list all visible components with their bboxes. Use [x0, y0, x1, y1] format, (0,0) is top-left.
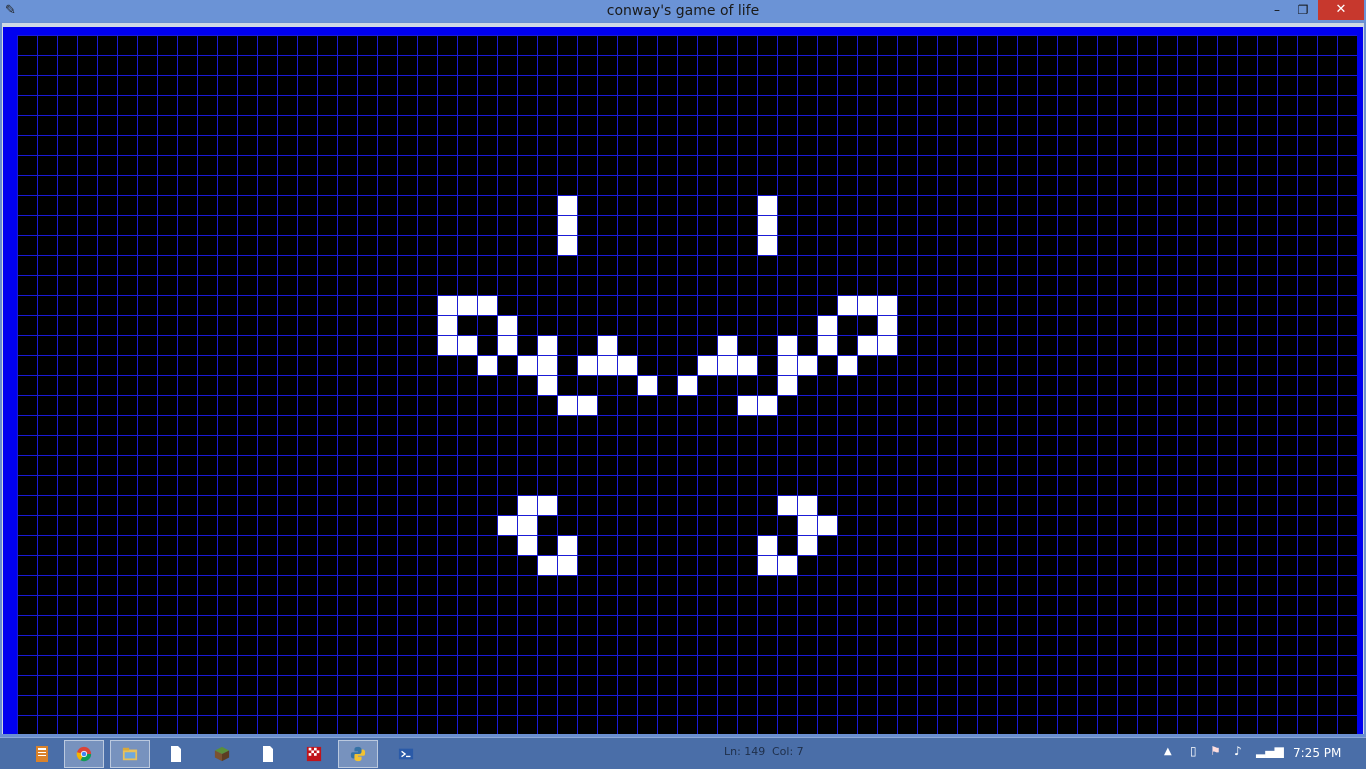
live-cell[interactable]: [818, 336, 837, 355]
live-cell[interactable]: [818, 516, 837, 535]
live-cell[interactable]: [778, 336, 797, 355]
live-cell[interactable]: [558, 396, 577, 415]
live-cell[interactable]: [778, 556, 797, 575]
taskbar-item-chrome[interactable]: [64, 740, 104, 768]
close-button[interactable]: ✕: [1318, 0, 1364, 20]
live-cell[interactable]: [558, 236, 577, 255]
maximize-button[interactable]: ❐: [1290, 0, 1316, 20]
live-cell[interactable]: [458, 336, 477, 355]
live-cell[interactable]: [678, 376, 697, 395]
live-cell[interactable]: [618, 356, 637, 375]
window-title: conway's game of life: [606, 3, 760, 19]
clock[interactable]: 7:25 PM: [1293, 746, 1341, 760]
python-icon: [350, 746, 366, 762]
live-cell[interactable]: [498, 316, 517, 335]
live-cell[interactable]: [558, 536, 577, 555]
live-cell[interactable]: [778, 496, 797, 515]
live-cell[interactable]: [798, 516, 817, 535]
live-cell[interactable]: [578, 356, 597, 375]
live-cell[interactable]: [498, 336, 517, 355]
status-line: Ln: 149: [724, 745, 766, 758]
live-cell[interactable]: [698, 356, 717, 375]
live-cell[interactable]: [518, 356, 537, 375]
live-cell[interactable]: [758, 216, 777, 235]
live-cell[interactable]: [538, 556, 557, 575]
live-cell[interactable]: [798, 496, 817, 515]
live-cell[interactable]: [738, 396, 757, 415]
live-cell[interactable]: [838, 296, 857, 315]
show-hidden-icons-icon[interactable]: ▲: [1164, 746, 1172, 757]
taskbar-item-document-1[interactable]: [156, 740, 196, 768]
live-cell[interactable]: [538, 336, 557, 355]
live-cell[interactable]: [558, 196, 577, 215]
live-cell[interactable]: [758, 196, 777, 215]
powershell-icon: [398, 748, 414, 760]
live-cell[interactable]: [758, 556, 777, 575]
taskbar-item-notes[interactable]: [22, 740, 62, 768]
live-cell[interactable]: [878, 336, 897, 355]
live-cell[interactable]: [438, 316, 457, 335]
game-board[interactable]: [17, 35, 1357, 734]
live-cell[interactable]: [738, 356, 757, 375]
taskbar-item-flag-app[interactable]: [294, 740, 334, 768]
live-cell[interactable]: [638, 376, 657, 395]
live-cell[interactable]: [838, 356, 857, 375]
live-cell[interactable]: [778, 376, 797, 395]
live-cell[interactable]: [518, 536, 537, 555]
live-cell[interactable]: [558, 556, 577, 575]
live-cell[interactable]: [798, 356, 817, 375]
live-cell[interactable]: [438, 336, 457, 355]
taskbar-item-powershell[interactable]: [386, 740, 426, 768]
live-cell[interactable]: [578, 396, 597, 415]
live-cell[interactable]: [478, 356, 497, 375]
live-cell[interactable]: [558, 216, 577, 235]
live-cell[interactable]: [538, 496, 557, 515]
minecraft-icon: [214, 746, 230, 762]
live-cell[interactable]: [758, 236, 777, 255]
live-cell[interactable]: [478, 296, 497, 315]
speaker-icon[interactable]: ♪: [1234, 744, 1242, 758]
live-cell[interactable]: [818, 316, 837, 335]
live-cell[interactable]: [878, 296, 897, 315]
live-cell[interactable]: [718, 356, 737, 375]
document-icon: [171, 746, 181, 762]
taskbar-item-document-2[interactable]: [248, 740, 288, 768]
live-cell[interactable]: [438, 296, 457, 315]
chrome-icon: [76, 746, 92, 762]
notes-app-icon: [36, 746, 48, 762]
file-explorer-icon: [122, 747, 138, 761]
action-center-flag-icon[interactable]: ⚑: [1210, 744, 1221, 758]
live-cell[interactable]: [758, 536, 777, 555]
taskbar-item-file-explorer[interactable]: [110, 740, 150, 768]
live-cell[interactable]: [518, 516, 537, 535]
minimize-button[interactable]: –: [1264, 0, 1290, 20]
live-cell[interactable]: [858, 336, 877, 355]
live-cell[interactable]: [778, 356, 797, 375]
battery-icon[interactable]: ▯: [1190, 744, 1197, 758]
live-cell[interactable]: [798, 536, 817, 555]
live-cell[interactable]: [718, 336, 737, 355]
live-cell[interactable]: [538, 356, 557, 375]
live-cell[interactable]: [878, 316, 897, 335]
live-cell[interactable]: [518, 496, 537, 515]
live-cell[interactable]: [858, 296, 877, 315]
live-cell[interactable]: [458, 296, 477, 315]
taskbar: Ln: 149 Col: 7 ▲ ▯ ⚑ ♪ ▂▄▆ 7:25 PM: [0, 737, 1366, 769]
live-cell[interactable]: [758, 396, 777, 415]
title-bar: ✎ conway's game of life – ❐ ✕: [0, 0, 1366, 22]
live-cell[interactable]: [538, 376, 557, 395]
checkered-flag-icon: [306, 746, 322, 762]
taskbar-item-minecraft[interactable]: [202, 740, 242, 768]
network-signal-icon[interactable]: ▂▄▆: [1256, 744, 1284, 758]
live-cell[interactable]: [598, 356, 617, 375]
document-icon: [263, 746, 273, 762]
taskbar-item-python[interactable]: [338, 740, 378, 768]
status-column: Col: 7: [772, 745, 804, 758]
live-cell[interactable]: [498, 516, 517, 535]
live-cell[interactable]: [598, 336, 617, 355]
